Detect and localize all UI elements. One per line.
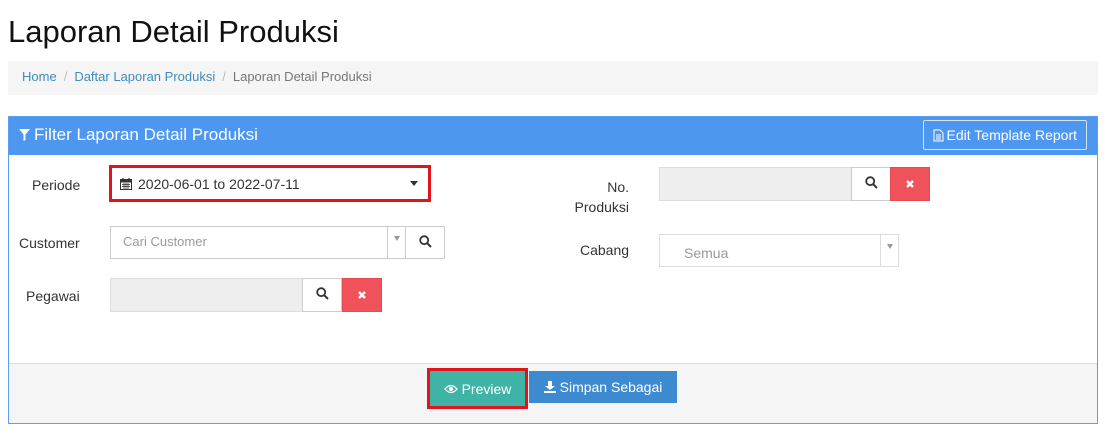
breadcrumb-daftar-laporan[interactable]: Daftar Laporan Produksi [74, 69, 215, 84]
preview-label: Preview [461, 380, 512, 397]
cabang-label: Cabang [580, 242, 630, 258]
cabang-select[interactable]: Semua [659, 234, 899, 267]
search-icon [418, 234, 432, 251]
calendar-icon [120, 177, 132, 190]
pegawai-clear-button[interactable] [342, 278, 382, 312]
no-produksi-field[interactable] [659, 167, 852, 201]
preview-button[interactable]: Preview [430, 371, 525, 406]
periode-daterange-picker[interactable]: 2020-06-01 to 2022-07-11 [109, 165, 431, 202]
edit-template-label: Edit Template Report [946, 127, 1077, 143]
search-icon [315, 287, 329, 303]
filter-panel: Filter Laporan Detail Produksi Edit Temp… [8, 116, 1098, 424]
customer-placeholder: Cari Customer [123, 234, 207, 249]
breadcrumb-separator: / [63, 69, 68, 84]
chevron-down-icon [880, 235, 898, 266]
times-icon [357, 287, 367, 303]
no-produksi-clear-button[interactable] [890, 167, 930, 201]
panel-title-text: Filter Laporan Detail Produksi [34, 125, 258, 144]
no-produksi-label-line1: No. [607, 179, 629, 195]
save-as-button[interactable]: Simpan Sebagai [529, 371, 677, 403]
customer-search-button[interactable] [405, 226, 445, 259]
save-as-label: Simpan Sebagai [559, 379, 663, 395]
panel-heading: Filter Laporan Detail Produksi Edit Temp… [9, 117, 1097, 155]
times-icon [905, 176, 915, 192]
breadcrumb: Home / Daftar Laporan Produksi / Laporan Det… [8, 61, 1098, 95]
periode-value: 2020-06-01 to 2022-07-11 [138, 175, 300, 192]
filter-icon [19, 126, 30, 146]
edit-template-report-button[interactable]: Edit Template Report [922, 120, 1087, 150]
no-produksi-label-line2: Produksi [574, 199, 629, 215]
file-text-icon [933, 127, 947, 143]
download-icon [543, 381, 560, 393]
eye-icon [443, 384, 462, 394]
panel-footer: Preview Simpan Sebagai [9, 363, 1097, 423]
no-produksi-search-button[interactable] [851, 167, 891, 201]
chevron-down-icon [410, 181, 418, 186]
customer-select[interactable]: Cari Customer [110, 226, 406, 259]
preview-highlight: Preview [427, 368, 528, 409]
pegawai-field[interactable] [110, 278, 303, 312]
pegawai-label: Pegawai [26, 288, 80, 304]
no-produksi-label: No. Produksi [571, 177, 629, 217]
panel-title: Filter Laporan Detail Produksi [19, 125, 258, 146]
breadcrumb-current: Laporan Detail Produksi [232, 69, 372, 84]
search-icon [864, 176, 878, 192]
customer-label: Customer [19, 235, 80, 251]
pegawai-search-button[interactable] [302, 278, 342, 312]
breadcrumb-home[interactable]: Home [22, 69, 57, 84]
periode-label: Periode [32, 177, 81, 193]
cabang-value: Semua [684, 245, 729, 261]
breadcrumb-separator: / [222, 69, 226, 84]
chevron-down-icon [387, 227, 405, 258]
page-title: Laporan Detail Produksi [8, 14, 339, 49]
